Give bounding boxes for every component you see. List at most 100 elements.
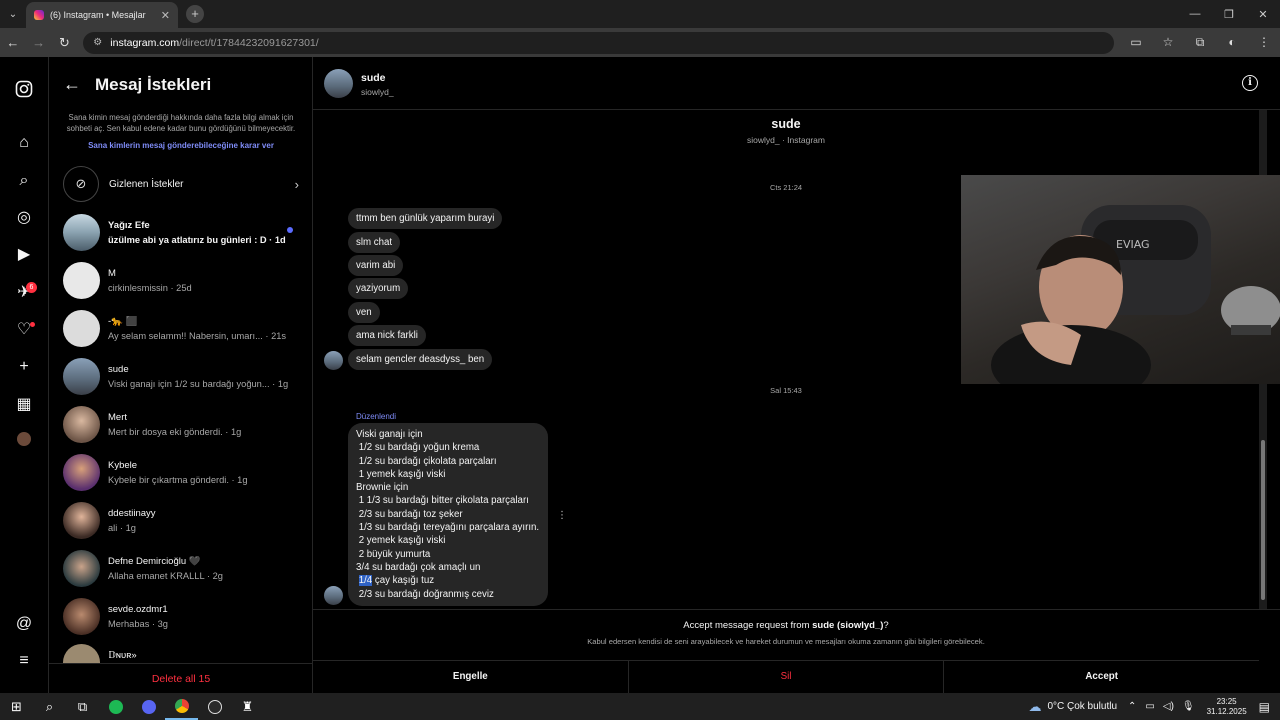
cast-icon[interactable]: ▭ (1120, 35, 1152, 50)
message-options-icon[interactable]: ⋮ (557, 510, 567, 521)
windows-start-icon[interactable]: ⊞ (0, 693, 33, 720)
accept-question-name: sude (siowlyd_) (812, 620, 884, 631)
back-icon[interactable]: ← (0, 35, 26, 50)
tab-close-icon[interactable]: ✕ (161, 9, 170, 22)
threads-icon[interactable]: @ (14, 614, 34, 634)
notification-dot (30, 322, 35, 327)
message-settings-link[interactable]: Sana kimlerin mesaj gönderebileceğine ka… (49, 141, 313, 150)
url-path: /direct/t/17844232091627301/ (179, 36, 319, 49)
scrollbar-thumb[interactable] (1261, 440, 1265, 600)
close-window-icon[interactable]: ✕ (1246, 0, 1280, 28)
request-item[interactable]: sevde.ozdmr1 Merhabas · 3g (63, 596, 303, 636)
delete-all-button[interactable]: Delete all 15 (49, 663, 313, 693)
search-icon[interactable]: ⌕ (33, 693, 66, 720)
unread-dot (287, 227, 293, 233)
weather-text[interactable]: 0°C Çok bulutlu (1047, 701, 1117, 712)
profile-icon[interactable]: ◐ (1216, 35, 1248, 50)
clock[interactable]: 23:25 31.12.2025 (1207, 697, 1247, 717)
request-preview: Merhabas · 3g (108, 618, 168, 629)
menu-icon[interactable]: ≡ (14, 651, 34, 671)
chat-avatar[interactable] (324, 69, 353, 98)
request-preview: Ay selam selamm!! Nabersin, umarı... · 2… (108, 330, 287, 341)
task-view-icon[interactable]: ⧉ (66, 693, 99, 720)
request-item[interactable]: Defne Demircioğlu 🖤 Allaha emanet KRALLL … (63, 548, 303, 588)
chat-name[interactable]: sude (361, 72, 386, 84)
recipe-line: 1/2 su bardağı çikolata parçaları (356, 455, 497, 467)
create-icon[interactable]: + (14, 357, 34, 377)
forward-icon[interactable]: → (26, 35, 52, 50)
home-icon[interactable]: ⌂ (14, 133, 34, 153)
volume-icon[interactable]: ◁) (1163, 701, 1174, 712)
message-bubble[interactable]: ttmm ben günlük yaparım burayi (348, 208, 503, 229)
instagram-icon[interactable] (14, 80, 34, 100)
recipe-line: 1 1/3 su bardağı bitter çikolata parçala… (356, 495, 529, 507)
app-icon[interactable]: ♜ (231, 693, 264, 720)
minimize-icon[interactable]: — (1178, 0, 1212, 28)
delete-button[interactable]: Sil (629, 661, 945, 694)
block-button[interactable]: Engelle (313, 661, 629, 694)
dashboard-icon[interactable]: ▦ (14, 395, 34, 415)
requests-info-text: Sana kimin mesaj gönderdiği hakkında dah… (66, 113, 296, 133)
message-bubble[interactable]: ama nick farkli (348, 325, 426, 346)
url-field[interactable]: ⚙ instagram.com /direct/t/17844232091627… (83, 31, 1114, 54)
request-item[interactable]: Mcirkinlesmissin · 25d (63, 260, 303, 300)
site-info-icon[interactable]: ⚙ (93, 37, 102, 48)
avatar (63, 549, 100, 587)
tab-search-icon[interactable]: ⌄ (0, 0, 26, 28)
request-item[interactable]: -🐆 ⬛ Ay selam selamm!! Nabersin, umarı...… (63, 308, 303, 348)
request-item[interactable]: ddestiinayy ali · 1g (63, 500, 303, 540)
accept-question-mark: ? (883, 620, 889, 631)
back-arrow-icon[interactable]: ← (63, 74, 81, 95)
recipe-line-rest: çay kaşığı tuz (372, 575, 435, 587)
sender-avatar (324, 586, 343, 605)
chat-username: siowlyd_ (361, 87, 394, 97)
bookmark-star-icon[interactable]: ☆ (1152, 35, 1184, 50)
profile-avatar[interactable] (14, 432, 34, 452)
search-icon[interactable]: ⌕ (14, 171, 34, 191)
reload-icon[interactable]: ↻ (52, 35, 78, 51)
message-bubble[interactable]: slm chat (348, 232, 401, 253)
request-item[interactable]: 𝔻ɴᴜʀ» (63, 644, 303, 663)
address-bar: ← → ↻ ⚙ instagram.com /direct/t/17844232… (0, 28, 1280, 57)
sender-avatar (324, 351, 343, 370)
network-icon[interactable]: ▭ (1145, 701, 1154, 712)
chrome-icon[interactable] (165, 693, 198, 720)
recipe-line: Viski ganajı için (356, 429, 423, 440)
notifications-center-icon[interactable]: ▤ (1259, 700, 1270, 714)
message-requests-panel: ← Mesaj İstekleri Sana kimin mesaj gönde… (49, 57, 313, 693)
instagram-favicon-icon (34, 10, 44, 20)
microphone-icon[interactable]: 🎙 (1182, 701, 1195, 712)
hidden-requests-row[interactable]: ⊘ Gizlenen İstekler › (63, 166, 299, 202)
avatar (63, 644, 100, 663)
recipe-line: 1 yemek kaşığı viski (356, 468, 446, 480)
extensions-icon[interactable]: ⧉ (1184, 35, 1216, 50)
request-item[interactable]: Yağız Efe üzülme abi ya atlatırız bu günl… (63, 212, 303, 252)
tray-chevron-icon[interactable]: ⌃ (1128, 701, 1136, 712)
edited-label: Düzenlendi (356, 412, 397, 421)
restore-icon[interactable]: ❐ (1212, 0, 1246, 28)
new-tab-button[interactable]: + (186, 5, 204, 23)
message-bubble[interactable]: selam gencler deasdyss_ ben (348, 349, 493, 370)
request-item[interactable]: Mert Mert bir dosya eki gönderdi. · 1g (63, 404, 303, 444)
conversation-info-icon[interactable]: i (1242, 75, 1258, 91)
browser-tab[interactable]: (6) Instagram • Mesajlar ✕ (26, 2, 178, 28)
browser-menu-icon[interactable]: ⋮ (1248, 35, 1280, 50)
recipe-message-bubble[interactable]: Viski ganajı için 1/2 su bardağı yoğun k… (348, 423, 548, 606)
explore-icon[interactable]: ◎ (14, 208, 34, 228)
spotify-icon[interactable] (99, 693, 132, 720)
reels-icon[interactable]: ▶ (14, 245, 34, 265)
svg-text:EVIAG: EVIAG (1116, 238, 1150, 251)
request-item[interactable]: sude Viski ganajı için 1/2 su bardağı yoğ… (63, 356, 303, 396)
chat-header: sude siowlyd_ i (313, 57, 1280, 110)
browser-tab-bar: ⌄ (6) Instagram • Mesajlar ✕ + — ❐ ✕ (0, 0, 1280, 28)
request-preview: Kybele bir çıkartma gönderdi. · 1g (108, 474, 248, 485)
discord-icon[interactable] (132, 693, 165, 720)
obs-icon[interactable] (198, 693, 231, 720)
message-bubble[interactable]: ven (348, 302, 380, 323)
accept-button[interactable]: Accept (944, 661, 1259, 694)
message-bubble[interactable]: varim abi (348, 255, 404, 276)
tab-title: (6) Instagram • Mesajlar (50, 10, 146, 20)
request-item[interactable]: Kybele Kybele bir çıkartma gönderdi. · 1g (63, 452, 303, 492)
message-bubble[interactable]: yaziyorum (348, 278, 409, 299)
accept-request-panel: Accept message request from sude (siowly… (313, 609, 1280, 694)
